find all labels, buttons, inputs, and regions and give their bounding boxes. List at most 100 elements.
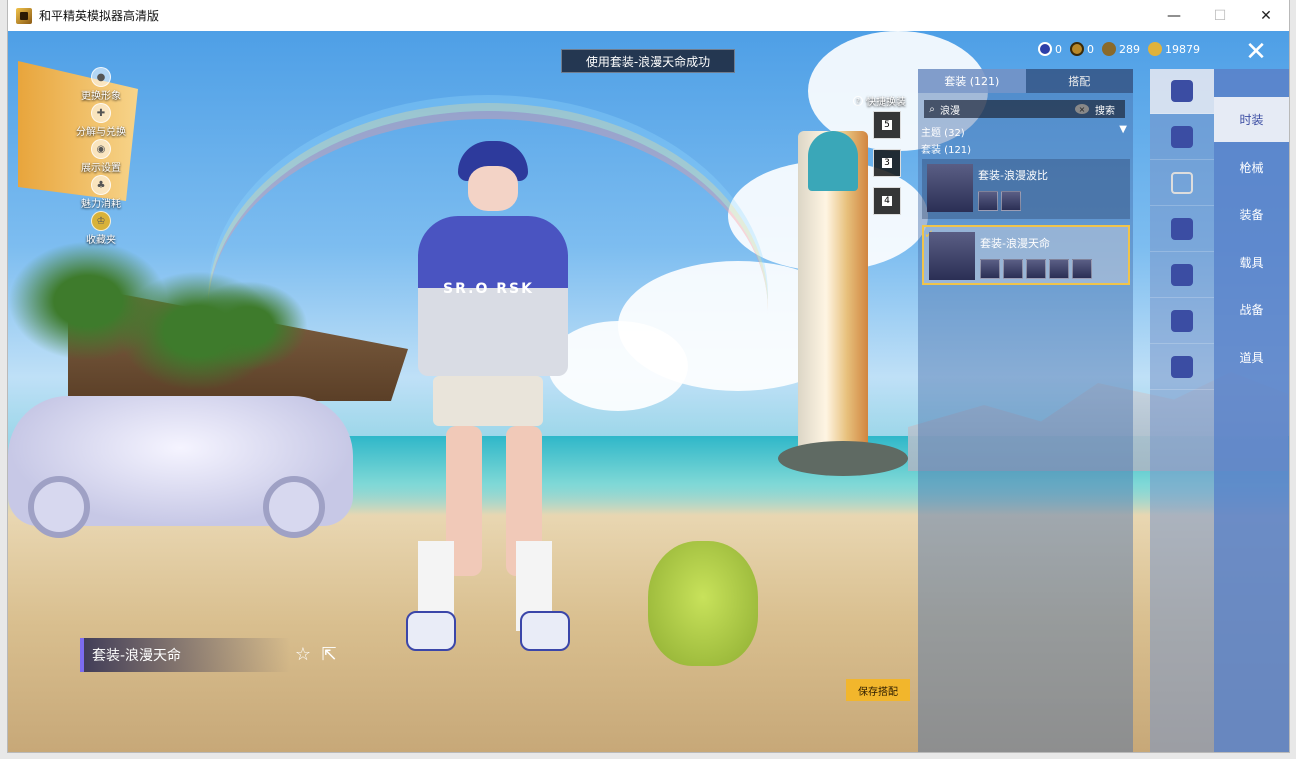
- character-category[interactable]: [1150, 299, 1214, 344]
- dropdown-arrow-icon: ▼: [1119, 124, 1127, 135]
- outfit-category[interactable]: [1150, 69, 1214, 114]
- maximize-button[interactable]: ☐: [1197, 0, 1243, 31]
- suit-count-text: 套装 (121): [921, 145, 972, 156]
- vehicle-skin-icon: [1171, 264, 1193, 286]
- outfit-name: 套装-浪漫天命: [980, 237, 1050, 250]
- gold-coin-icon: [1148, 42, 1162, 56]
- preset-slot-number: 4: [882, 196, 892, 206]
- favorites-button[interactable]: ♔ 收藏夹: [66, 211, 136, 247]
- rocks: [778, 441, 908, 476]
- outfit-name: 套装-浪漫波比: [978, 169, 1048, 182]
- hat-icon: [1171, 126, 1193, 148]
- preset-title: ? 快捷换装: [853, 93, 913, 108]
- window-close-button[interactable]: ✕: [1243, 0, 1289, 31]
- currency-value: 0: [1087, 42, 1094, 56]
- preset-slot-5[interactable]: 5: [873, 111, 901, 139]
- character-head: [468, 166, 518, 211]
- search-icon: ⌕: [929, 103, 935, 115]
- share-icon[interactable]: ⇱: [318, 644, 340, 666]
- player-character: SR.O RSK: [388, 141, 588, 661]
- outfit-item[interactable]: 套装-浪漫波比: [922, 159, 1130, 219]
- puzzle-icon: ✚: [91, 103, 111, 123]
- clear-icon[interactable]: ×: [1075, 104, 1089, 114]
- charm-button[interactable]: ♣ 魅力消耗: [66, 175, 136, 211]
- currency-badges[interactable]: 0: [1070, 42, 1094, 56]
- left-menu: ● 更换形象 ✚ 分解与兑换 ◉ 展示设置 ♣ 魅力消耗 ♔ 收藏夹: [66, 67, 136, 247]
- help-icon[interactable]: ?: [853, 95, 863, 106]
- nav-fashion[interactable]: 时装: [1214, 97, 1289, 142]
- tab-combos[interactable]: 搭配: [1025, 69, 1133, 93]
- current-outfit-name: 套装-浪漫天命: [80, 638, 290, 672]
- currency-coupons[interactable]: 289: [1102, 42, 1140, 56]
- decompose-exchange-label: 分解与兑换: [76, 127, 126, 138]
- glasses-category[interactable]: [1150, 161, 1214, 206]
- search-button[interactable]: 搜索: [1095, 102, 1125, 117]
- favorites-label: 收藏夹: [86, 235, 116, 246]
- badge-icon: [1070, 42, 1084, 56]
- currency-gold[interactable]: 19879: [1148, 42, 1200, 56]
- outfit-icon: [1171, 80, 1193, 102]
- emote-icon: [1171, 356, 1193, 378]
- outfit-piece-thumb[interactable]: [1072, 259, 1092, 279]
- search-input[interactable]: [940, 103, 1075, 115]
- display-settings-button[interactable]: ◉ 展示设置: [66, 139, 136, 175]
- nav-equipment[interactable]: 装备: [1214, 192, 1289, 237]
- nav-items[interactable]: 道具: [1214, 335, 1289, 380]
- minimize-button[interactable]: —: [1151, 0, 1197, 31]
- character-shorts: [433, 376, 543, 426]
- search-box: ⌕ × 搜索: [924, 100, 1125, 118]
- theme-filter-label: 主题 (32): [921, 128, 965, 139]
- success-toast: 使用套装-浪漫天命成功: [561, 49, 735, 73]
- currency-value: 289: [1119, 42, 1140, 56]
- preset-slot-4[interactable]: 4: [873, 187, 901, 215]
- outfit-pieces: [980, 259, 1092, 279]
- nav-battle-prep[interactable]: 战备: [1214, 287, 1289, 332]
- crown-icon: ♔: [91, 211, 111, 231]
- currency-value: 0: [1055, 42, 1062, 56]
- outfit-pieces: [978, 191, 1021, 211]
- star-icon[interactable]: ☆: [292, 644, 314, 666]
- outfit-panel: 套装 (121) 搭配 ⌕ × 搜索 主题 (32) ▼ 套装 (121) 套装…: [918, 69, 1133, 752]
- main-nav: 时装 枪械 装备 载具 战备 道具: [1214, 69, 1289, 752]
- lighthouse-lamp: [808, 131, 858, 191]
- vehicle-skin-category[interactable]: [1150, 253, 1214, 298]
- outfit-piece-thumb[interactable]: [1003, 259, 1023, 279]
- coupon-icon: [1102, 42, 1116, 56]
- preset-slot-number: 3: [882, 158, 892, 168]
- token-icon: [1038, 42, 1052, 56]
- change-appearance-button[interactable]: ● 更换形象: [66, 67, 136, 103]
- display-settings-label: 展示设置: [81, 163, 121, 174]
- person-icon: ●: [91, 67, 111, 87]
- title-bar: 和平精英模拟器高清版 — ☐ ✕: [8, 0, 1289, 31]
- theme-filter[interactable]: 主题 (32) ▼: [921, 124, 1127, 139]
- hat-category[interactable]: [1150, 115, 1214, 160]
- decompose-exchange-button[interactable]: ✚ 分解与兑换: [66, 103, 136, 139]
- outfit-item-selected[interactable]: ✓ 套装-浪漫天命: [922, 225, 1130, 285]
- emote-category[interactable]: [1150, 345, 1214, 390]
- category-icon-column: [1150, 69, 1214, 752]
- outfit-piece-thumb[interactable]: [1001, 191, 1021, 211]
- preset-slot-3[interactable]: 3: [873, 149, 901, 177]
- close-icon[interactable]: ✕: [1242, 39, 1270, 67]
- jacket-print: SR.O RSK: [443, 281, 534, 297]
- preset-title-label: 快捷换装: [866, 97, 906, 108]
- tab-outfits[interactable]: 套装 (121): [918, 69, 1026, 93]
- charm-label: 魅力消耗: [81, 199, 121, 210]
- outfit-piece-thumb[interactable]: [1049, 259, 1069, 279]
- currency-tokens[interactable]: 0: [1038, 42, 1062, 56]
- outfit-piece-thumb[interactable]: [1026, 259, 1046, 279]
- nav-weapons[interactable]: 枪械: [1214, 145, 1289, 190]
- save-combo-button[interactable]: 保存搭配: [846, 679, 910, 701]
- weapon-skin-category[interactable]: [1150, 207, 1214, 252]
- game-viewport: SR.O RSK ● 更换形象 ✚ 分解与兑换 ◉ 展示设置 ♣ 魅力消耗 ♔ …: [8, 31, 1289, 752]
- panel-tabs: 套装 (121) 搭配: [918, 69, 1133, 93]
- outfit-piece-thumb[interactable]: [978, 191, 998, 211]
- nav-vehicles[interactable]: 载具: [1214, 240, 1289, 285]
- eye-icon: ◉: [91, 139, 111, 159]
- character-icon: [1171, 310, 1193, 332]
- suit-count-label: 套装 (121): [921, 141, 1127, 156]
- outfit-piece-thumb[interactable]: [980, 259, 1000, 279]
- currency-bar: 0 0 289 19879: [1038, 40, 1200, 58]
- pet-companion: [648, 541, 758, 666]
- currency-value: 19879: [1165, 42, 1200, 56]
